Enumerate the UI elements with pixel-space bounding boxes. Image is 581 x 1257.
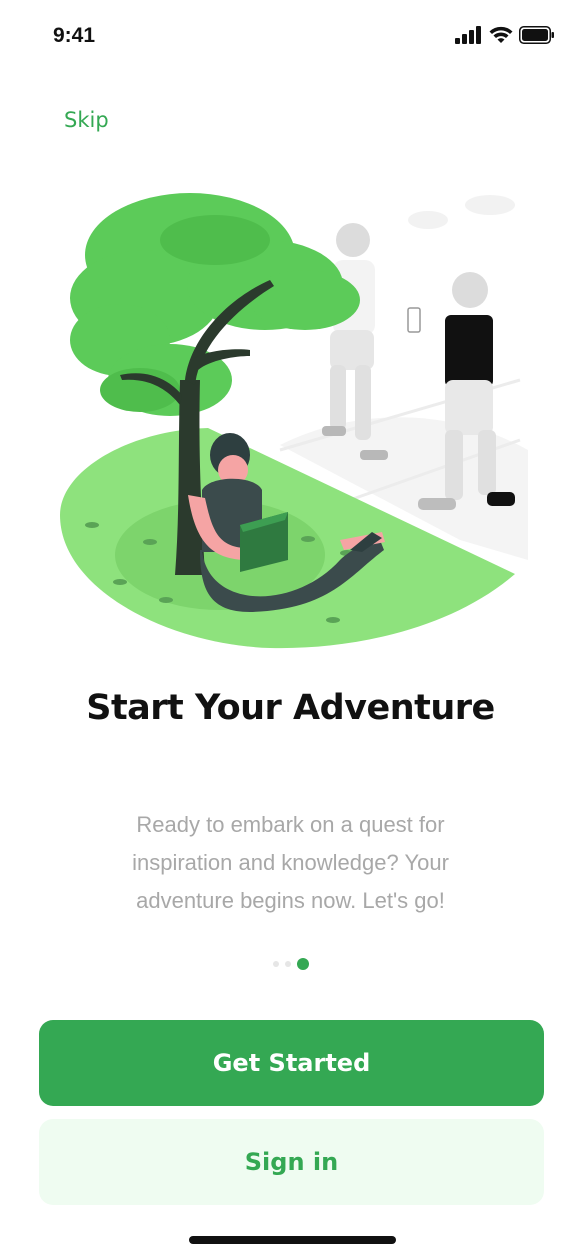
pagination-dots (0, 958, 581, 970)
battery-icon (519, 26, 554, 44)
wifi-icon (489, 26, 513, 43)
get-started-button[interactable]: Get Started (39, 1020, 544, 1106)
home-indicator (189, 1236, 396, 1244)
skip-button[interactable]: Skip (64, 108, 109, 132)
person-reading-under-tree-illustration (60, 193, 528, 649)
pagination-dot-active[interactable] (296, 958, 309, 970)
sign-in-button[interactable]: Sign in (39, 1119, 544, 1205)
pagination-dot[interactable] (284, 961, 291, 967)
pagination-dot[interactable] (272, 961, 279, 967)
status-icons (455, 26, 555, 44)
status-time: 9:41 (53, 24, 96, 47)
page-description: Ready to embark on a quest for inspirati… (132, 812, 449, 913)
page-title: Start Your Adventure (86, 688, 495, 728)
status-bar: 9:41 (0, 0, 581, 76)
signal-icon (455, 26, 481, 44)
